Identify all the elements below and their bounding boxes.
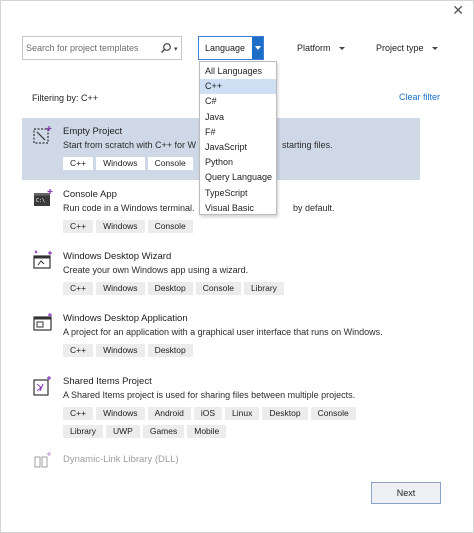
platform-filter-label: Platform <box>297 43 331 53</box>
chevron-down-icon <box>431 47 438 51</box>
desktop-application-icon <box>33 313 52 331</box>
desktop-wizard-icon <box>33 250 52 269</box>
language-option-csharp[interactable]: C# <box>200 94 276 109</box>
tag: Windows <box>96 220 145 233</box>
language-option-javascript[interactable]: JavaScript <box>200 140 276 155</box>
tag: C++ <box>63 407 94 420</box>
tag: Android <box>147 407 191 420</box>
tag: Console <box>147 157 193 170</box>
tag: iOS <box>193 407 223 420</box>
template-item-dll[interactable]: Dynamic-Link Library (DLL) <box>22 447 420 471</box>
tag: C++ <box>63 220 94 233</box>
tag: Games <box>142 425 185 438</box>
language-filter-dropdown[interactable]: Language <box>198 36 264 60</box>
tag: C++ <box>63 282 94 295</box>
template-description: Run code in a Windows terminal. <box>63 203 195 213</box>
tag: Desktop <box>147 282 193 295</box>
platform-filter-dropdown[interactable]: Platform <box>297 43 345 53</box>
tag: Desktop <box>262 407 308 420</box>
language-option-fsharp[interactable]: F# <box>200 125 276 140</box>
template-title: Dynamic-Link Library (DLL) <box>63 454 179 465</box>
filtering-status: Filtering by: C++ <box>32 93 99 103</box>
template-title: Empty Project <box>63 126 123 137</box>
template-item-windows-desktop-wizard[interactable]: Windows Desktop Wizard Create your own W… <box>22 243 420 301</box>
search-input[interactable] <box>26 41 154 55</box>
tag: Library <box>243 282 284 295</box>
tag: Mobile <box>187 425 227 438</box>
template-title: Console App <box>63 189 117 200</box>
shared-items-icon <box>33 376 51 396</box>
tag: Windows <box>96 282 145 295</box>
dll-icon <box>34 452 51 468</box>
tag: Console <box>310 407 356 420</box>
tag: Windows <box>96 157 145 170</box>
tag: Windows <box>96 407 145 420</box>
search-box: ▾ <box>22 36 182 60</box>
search-icon[interactable] <box>160 42 172 54</box>
tag: C++ <box>63 344 94 357</box>
template-title: Shared Items Project <box>63 376 152 387</box>
clear-filter-link[interactable]: Clear filter <box>399 92 440 102</box>
project-type-filter-dropdown[interactable]: Project type <box>376 43 438 53</box>
language-option-java[interactable]: Java <box>200 110 276 125</box>
tag: C++ <box>63 157 94 170</box>
tag: Desktop <box>147 344 193 357</box>
tag: Console <box>147 220 193 233</box>
language-dropdown-menu: All Languages C++ C# Java F# JavaScript … <box>199 61 277 215</box>
tag: UWP <box>105 425 140 438</box>
language-option-python[interactable]: Python <box>200 155 276 170</box>
project-type-filter-label: Project type <box>376 43 424 53</box>
template-description: Create your own Windows app using a wiza… <box>63 265 249 275</box>
search-dropdown-icon[interactable]: ▾ <box>174 45 178 53</box>
next-button[interactable]: Next <box>371 482 441 504</box>
template-description-tail: starting files. <box>282 140 333 150</box>
template-title: Windows Desktop Wizard <box>63 251 172 262</box>
tag: Library <box>63 425 103 438</box>
tag: Windows <box>96 344 145 357</box>
template-description: A project for an application with a grap… <box>63 327 383 337</box>
chevron-down-icon <box>338 47 345 51</box>
close-icon[interactable]: ✕ <box>452 2 464 19</box>
console-app-icon: C:\ <box>34 189 53 206</box>
language-option-query-language[interactable]: Query Language <box>200 170 276 185</box>
language-option-cpp[interactable]: C++ <box>200 79 276 95</box>
language-option-all[interactable]: All Languages <box>200 64 276 79</box>
language-option-typescript[interactable]: TypeScript <box>200 186 276 201</box>
language-option-visual-basic[interactable]: Visual Basic <box>200 201 276 216</box>
template-description: A Shared Items project is used for shari… <box>63 390 356 400</box>
template-description: Start from scratch with C++ for W <box>63 140 197 150</box>
template-description-tail: by default. <box>293 203 335 213</box>
tag: Linux <box>225 407 260 420</box>
tag: Console <box>195 282 241 295</box>
template-item-windows-desktop-application[interactable]: Windows Desktop Application A project fo… <box>22 305 420 365</box>
language-filter-label: Language <box>205 43 246 53</box>
empty-project-icon <box>33 126 52 144</box>
template-item-shared-items-project[interactable]: Shared Items Project A Shared Items proj… <box>22 368 420 444</box>
template-title: Windows Desktop Application <box>63 313 188 324</box>
svg-text:C:\: C:\ <box>36 198 45 204</box>
chevron-down-icon[interactable] <box>252 37 263 59</box>
